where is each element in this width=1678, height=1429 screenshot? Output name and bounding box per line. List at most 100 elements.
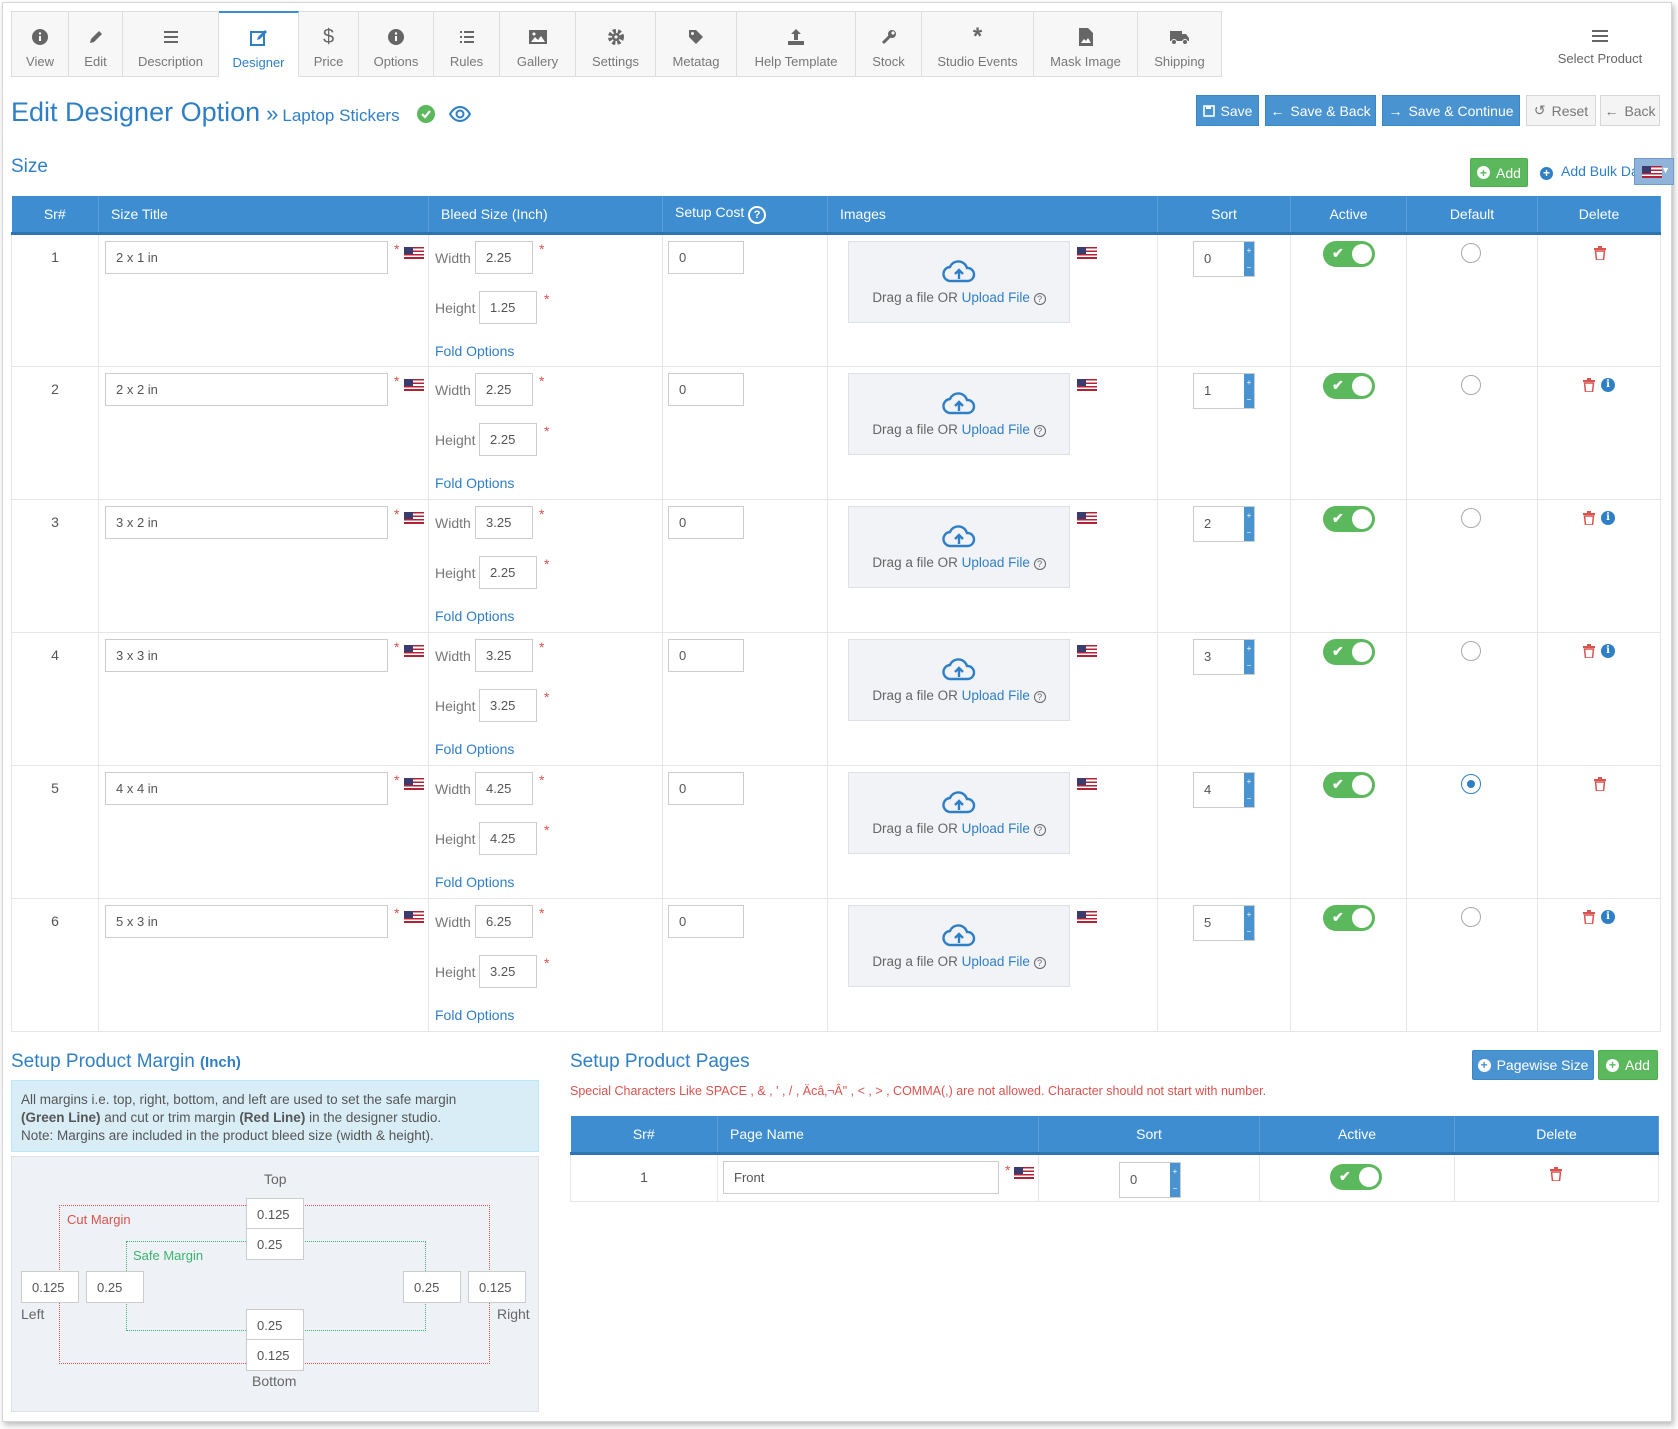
default-radio[interactable] — [1461, 640, 1481, 661]
size-title-input[interactable]: 3 x 3 in — [105, 638, 388, 672]
help-circle-icon[interactable]: ? — [1033, 956, 1046, 969]
save-button[interactable]: Save — [1196, 95, 1259, 126]
page-active-toggle[interactable]: ✔ — [1330, 1163, 1382, 1190]
image-dropzone[interactable]: Drag a file OR Upload File ? — [848, 771, 1070, 854]
info-icon[interactable]: i — [1601, 510, 1615, 525]
spinner-buttons[interactable]: + − — [1244, 905, 1254, 940]
right-cut-margin-input[interactable]: 0.125 — [468, 1271, 526, 1303]
help-circle-icon[interactable]: ? — [1033, 690, 1046, 703]
spinner-buttons[interactable]: + − — [1244, 373, 1254, 408]
height-input[interactable]: 1.25 — [479, 290, 537, 324]
spinner-up-icon[interactable]: + — [1247, 910, 1252, 919]
active-toggle[interactable]: ✔ — [1323, 505, 1375, 532]
image-dropzone[interactable]: Drag a file OR Upload File ? — [848, 372, 1070, 455]
height-input[interactable]: 2.25 — [479, 422, 537, 456]
help-circle-icon[interactable]: ? — [1033, 557, 1046, 570]
setup-cost-input[interactable]: 0 — [668, 638, 744, 672]
sort-input[interactable]: 5 + − — [1193, 904, 1255, 941]
info-icon[interactable]: i — [1601, 643, 1615, 658]
upload-file-link[interactable]: Upload File — [962, 422, 1030, 437]
spinner-buttons[interactable]: + − — [1244, 241, 1254, 276]
image-dropzone[interactable]: Drag a file OR Upload File ? — [848, 904, 1070, 987]
spinner-down-icon[interactable]: − — [1247, 263, 1252, 272]
bottom-cut-margin-input[interactable]: 0.125 — [246, 1339, 304, 1371]
fold-options-link[interactable]: Fold Options — [435, 608, 514, 624]
fold-options-link[interactable]: Fold Options — [435, 1007, 514, 1023]
setup-cost-input[interactable]: 0 — [668, 771, 744, 805]
back-button[interactable]: ← Back — [1600, 95, 1660, 126]
spinner-up-icon[interactable]: + — [1247, 378, 1252, 387]
sort-input[interactable]: 4 + − — [1193, 771, 1255, 808]
save-back-button[interactable]: ← Save & Back — [1265, 95, 1376, 126]
tab-studio-events[interactable]: * Studio Events — [922, 11, 1034, 77]
fold-options-link[interactable]: Fold Options — [435, 874, 514, 890]
width-input[interactable]: 3.25 — [475, 638, 533, 672]
setup-cost-input[interactable]: 0 — [668, 372, 744, 406]
top-safe-margin-input[interactable]: 0.25 — [246, 1228, 304, 1260]
active-toggle[interactable]: ✔ — [1323, 638, 1375, 665]
spinner-up-icon[interactable]: + — [1247, 644, 1252, 653]
width-input[interactable]: 3.25 — [475, 505, 533, 539]
width-input[interactable]: 2.25 — [475, 240, 533, 274]
height-input[interactable]: 2.25 — [479, 555, 537, 589]
spinner-up-icon[interactable]: + — [1173, 1167, 1178, 1176]
pagewise-size-button[interactable]: + Pagewise Size — [1472, 1050, 1594, 1080]
size-title-input[interactable]: 4 x 4 in — [105, 771, 388, 805]
tab-options[interactable]: Options — [359, 11, 434, 77]
tab-edit[interactable]: Edit — [69, 11, 123, 77]
info-icon[interactable]: i — [1601, 377, 1615, 392]
tab-designer[interactable]: Designer — [219, 11, 299, 77]
tab-settings[interactable]: Settings — [576, 11, 656, 77]
help-circle-icon[interactable]: ? — [1033, 292, 1046, 305]
active-toggle[interactable]: ✔ — [1323, 904, 1375, 931]
fold-options-link[interactable]: Fold Options — [435, 475, 514, 491]
width-input[interactable]: 6.25 — [475, 904, 533, 938]
left-cut-margin-input[interactable]: 0.125 — [21, 1271, 79, 1303]
spinner-up-icon[interactable]: + — [1247, 777, 1252, 786]
trash-icon[interactable] — [1583, 909, 1595, 924]
trash-icon[interactable] — [1583, 643, 1595, 658]
tab-metatag[interactable]: Metatag — [656, 11, 737, 77]
left-safe-margin-input[interactable]: 0.25 — [86, 1271, 144, 1303]
sort-input[interactable]: 2 + − — [1193, 505, 1255, 542]
size-title-input[interactable]: 2 x 1 in — [105, 240, 388, 274]
height-input[interactable]: 3.25 — [479, 688, 537, 722]
select-product-button[interactable]: Select Product — [1533, 23, 1667, 66]
add-bulk-data-link[interactable]: + Add Bulk Da — [1540, 163, 1636, 180]
spinner-down-icon[interactable]: − — [1247, 395, 1252, 404]
fold-options-link[interactable]: Fold Options — [435, 741, 514, 757]
setup-cost-input[interactable]: 0 — [668, 505, 744, 539]
help-circle-icon[interactable]: ? — [1033, 823, 1046, 836]
image-dropzone[interactable]: Drag a file OR Upload File ? — [848, 240, 1070, 323]
tab-description[interactable]: Description — [123, 11, 219, 77]
tab-gallery[interactable]: Gallery — [500, 11, 576, 77]
spinner-buttons[interactable]: + − — [1244, 772, 1254, 807]
trash-icon[interactable] — [1583, 377, 1595, 392]
page-sort-input[interactable]: 0 + − — [1119, 1161, 1181, 1198]
default-radio[interactable] — [1461, 374, 1481, 395]
fold-options-link[interactable]: Fold Options — [435, 343, 514, 359]
right-safe-margin-input[interactable]: 0.25 — [403, 1271, 461, 1303]
upload-file-link[interactable]: Upload File — [962, 821, 1030, 836]
upload-file-link[interactable]: Upload File — [962, 688, 1030, 703]
size-title-input[interactable]: 5 x 3 in — [105, 904, 388, 938]
spinner-up-icon[interactable]: + — [1247, 511, 1252, 520]
height-input[interactable]: 4.25 — [479, 821, 537, 855]
sort-input[interactable]: 3 + − — [1193, 638, 1255, 675]
size-title-input[interactable]: 2 x 2 in — [105, 372, 388, 406]
active-toggle[interactable]: ✔ — [1323, 771, 1375, 798]
tab-price[interactable]: $ Price — [299, 11, 359, 77]
default-radio[interactable] — [1461, 773, 1481, 794]
size-title-input[interactable]: 3 x 2 in — [105, 505, 388, 539]
tab-view[interactable]: View — [12, 11, 69, 77]
spinner-buttons[interactable]: + − — [1244, 506, 1254, 541]
setup-cost-input[interactable]: 0 — [668, 904, 744, 938]
upload-file-link[interactable]: Upload File — [962, 555, 1030, 570]
trash-icon[interactable] — [1550, 1166, 1562, 1181]
tab-stock[interactable]: Stock — [856, 11, 922, 77]
spinner-down-icon[interactable]: − — [1173, 1184, 1178, 1193]
trash-icon[interactable] — [1594, 245, 1606, 260]
spinner-down-icon[interactable]: − — [1247, 927, 1252, 936]
eye-icon[interactable] — [448, 105, 471, 123]
tab-help-template[interactable]: Help Template — [737, 11, 856, 77]
